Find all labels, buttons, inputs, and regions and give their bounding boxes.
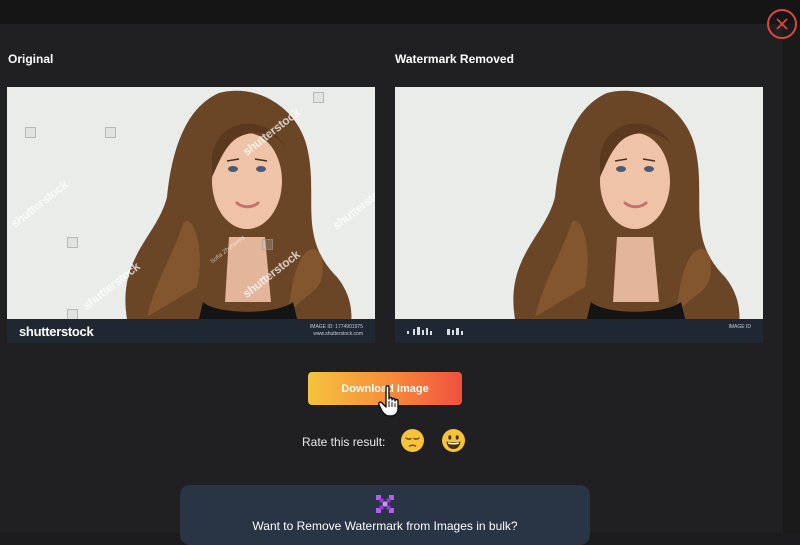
watermark-mark-icon [25,127,36,138]
brand-logo: shutterstock [19,324,94,339]
scrollbar[interactable] [783,24,800,533]
image-meta: IMAGE ID: 1774901975 www.shutterstock.co… [309,324,363,337]
bulk-promo-text: Want to Remove Watermark from Images in … [252,519,518,533]
watermark-mark-icon [313,92,324,103]
grinning-face-icon[interactable] [441,428,466,453]
watermark-mark-icon [67,237,78,248]
image-meta: IMAGE ID [728,324,751,330]
hand-cursor-icon [378,385,399,417]
original-image: shutterstock shutterstock shutterstock s… [7,87,375,343]
portrait-illustration [395,87,763,343]
result-image: IMAGE ID [395,87,763,343]
pensive-face-icon[interactable] [400,428,425,453]
rate-label: Rate this result: [302,435,386,449]
bulk-promo-card[interactable]: Want to Remove Watermark from Images in … [180,485,590,545]
close-icon [776,18,788,30]
removed-logo-artifact [407,327,463,335]
watermark-mark-icon [262,239,273,250]
bulk-tool-icon [376,495,394,513]
image-footer: IMAGE ID [395,319,763,343]
original-title: Original [8,52,54,66]
close-button[interactable] [767,9,797,39]
watermark-mark-icon [105,127,116,138]
image-footer: shutterstock IMAGE ID: 1774901975 www.sh… [7,319,375,343]
top-bar [0,0,800,24]
portrait-illustration [7,87,375,343]
result-title: Watermark Removed [395,52,514,66]
